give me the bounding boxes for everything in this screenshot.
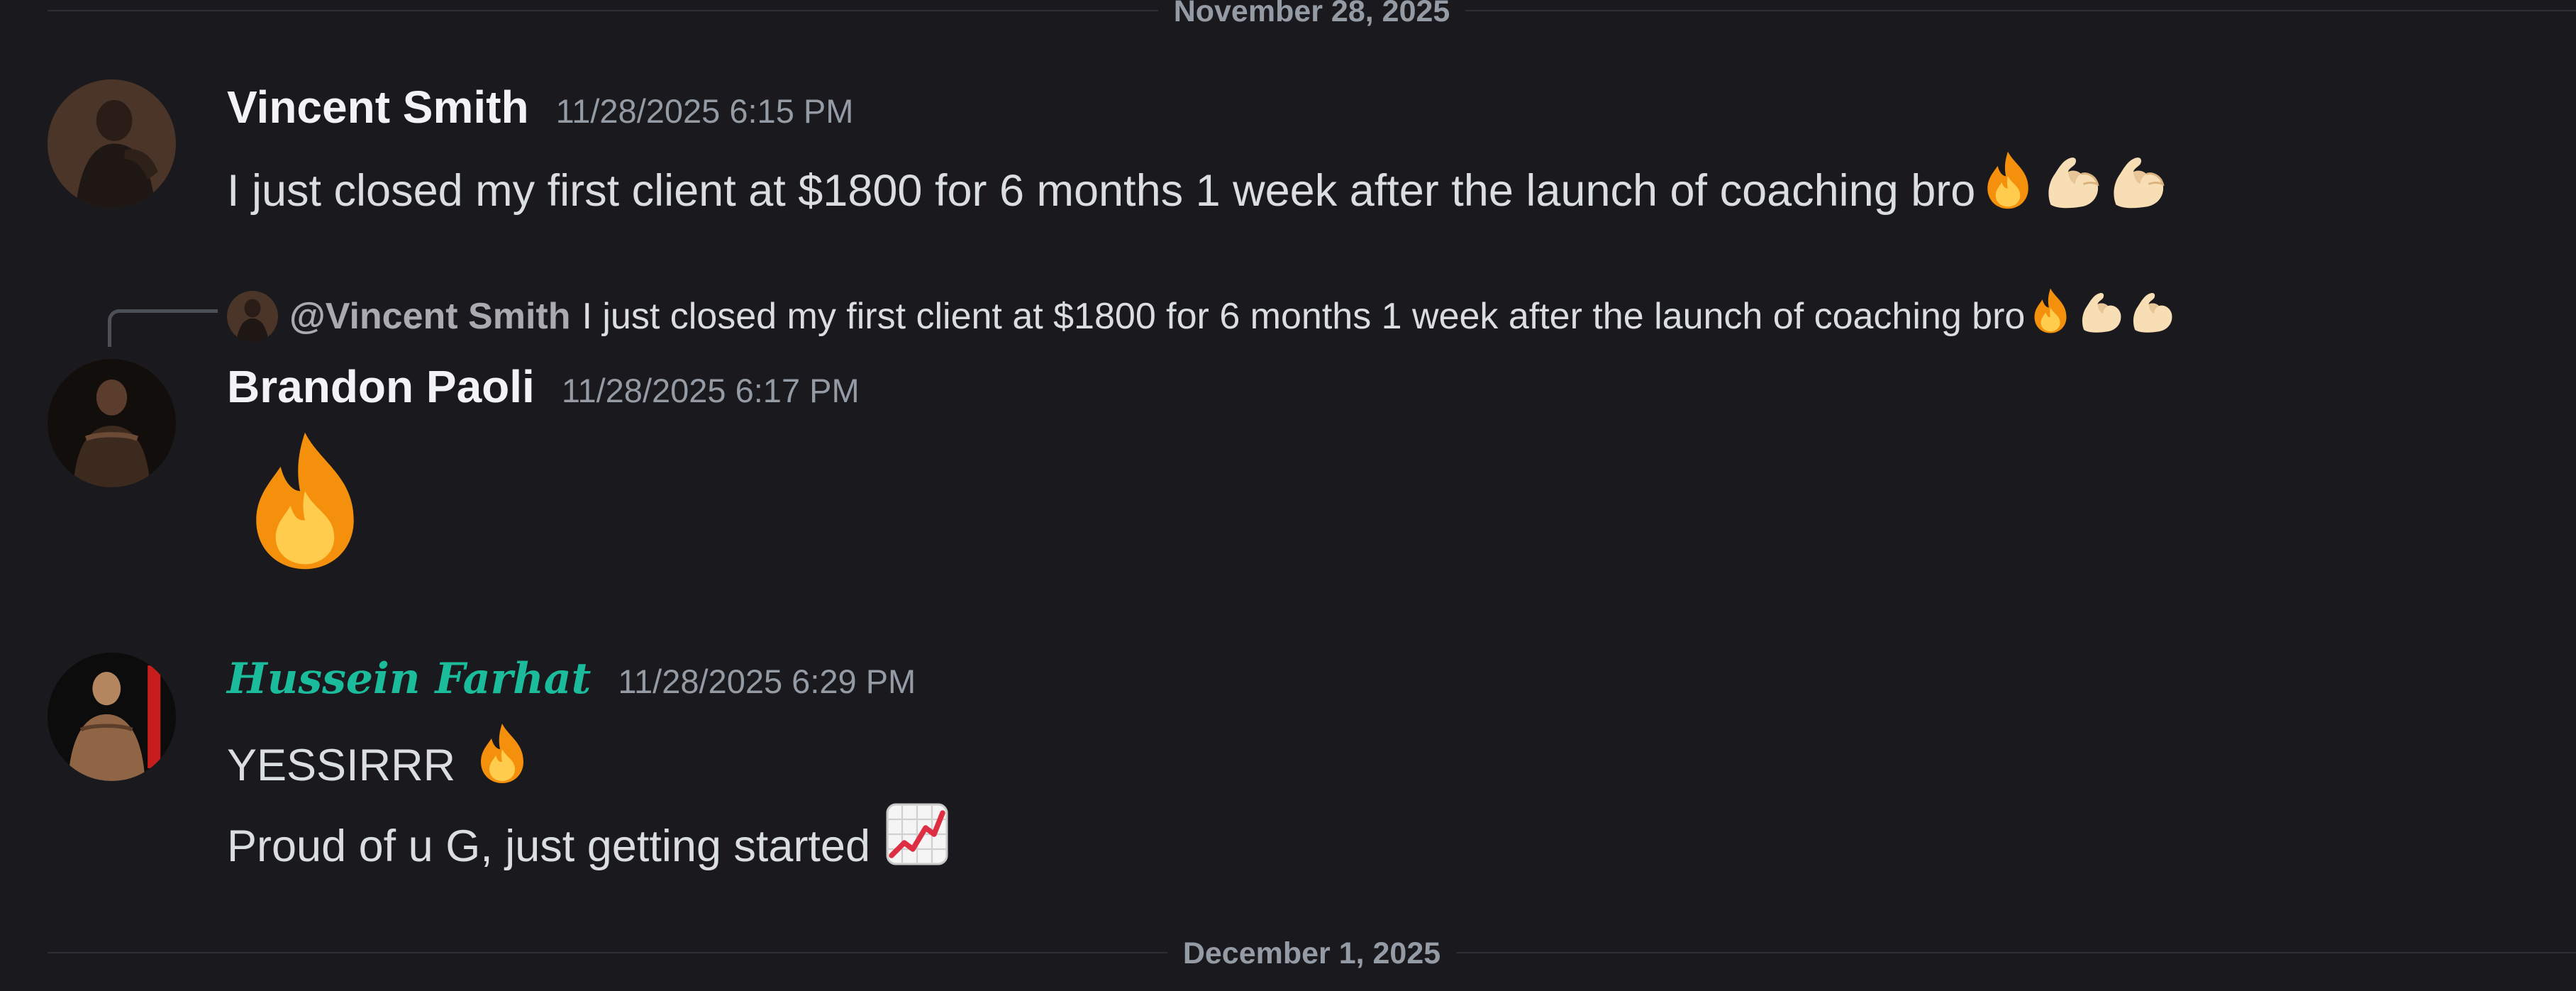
avatar[interactable] (48, 359, 176, 487)
message-line: YESSIRRR (227, 719, 536, 802)
message-text: Proud of u G, just getting started (227, 821, 871, 871)
avatar[interactable] (48, 653, 176, 781)
message-line: Proud of u G, just getting started (227, 800, 951, 883)
reply-preview[interactable]: @Vincent Smith I just closed my first cl… (227, 285, 2178, 347)
reply-text[interactable]: I just closed my first client at $1800 f… (582, 294, 2025, 339)
reply-connector (108, 309, 218, 347)
message-text: I just closed my first client at $1800 f… (227, 166, 1976, 216)
fire-emoji (1975, 148, 2041, 228)
username[interactable]: Hussein Farhat (227, 653, 591, 705)
fire-emoji (468, 719, 536, 802)
fire-emoji (2025, 285, 2076, 347)
flexed-biceps-emoji (2127, 285, 2178, 347)
message-content: I just closed my first client at $1800 f… (227, 148, 2171, 228)
username[interactable]: Vincent Smith (227, 81, 529, 133)
username[interactable]: Brandon Paoli (227, 360, 535, 413)
chart-increasing-emoji (883, 800, 951, 883)
timestamp[interactable]: 11/28/2025 6:15 PM (556, 90, 854, 133)
reply-author[interactable]: @Vincent Smith (289, 294, 570, 339)
timestamp[interactable]: 11/28/2025 6:17 PM (562, 370, 860, 412)
reply-avatar[interactable] (227, 290, 278, 342)
avatar[interactable] (48, 79, 176, 208)
flexed-biceps-emoji (2106, 148, 2171, 228)
timestamp[interactable]: 11/28/2025 6:29 PM (618, 660, 916, 703)
fire-emoji (227, 423, 383, 582)
message-text: YESSIRRR (227, 741, 456, 790)
date-divider-label: December 1, 2025 (1167, 936, 1457, 970)
date-divider-top: November 28, 2025 (48, 0, 2576, 28)
flexed-biceps-emoji (2076, 285, 2127, 347)
date-divider-label: November 28, 2025 (1157, 0, 1466, 28)
flexed-biceps-emoji (2041, 148, 2106, 228)
date-divider-bottom: December 1, 2025 (48, 936, 2576, 970)
